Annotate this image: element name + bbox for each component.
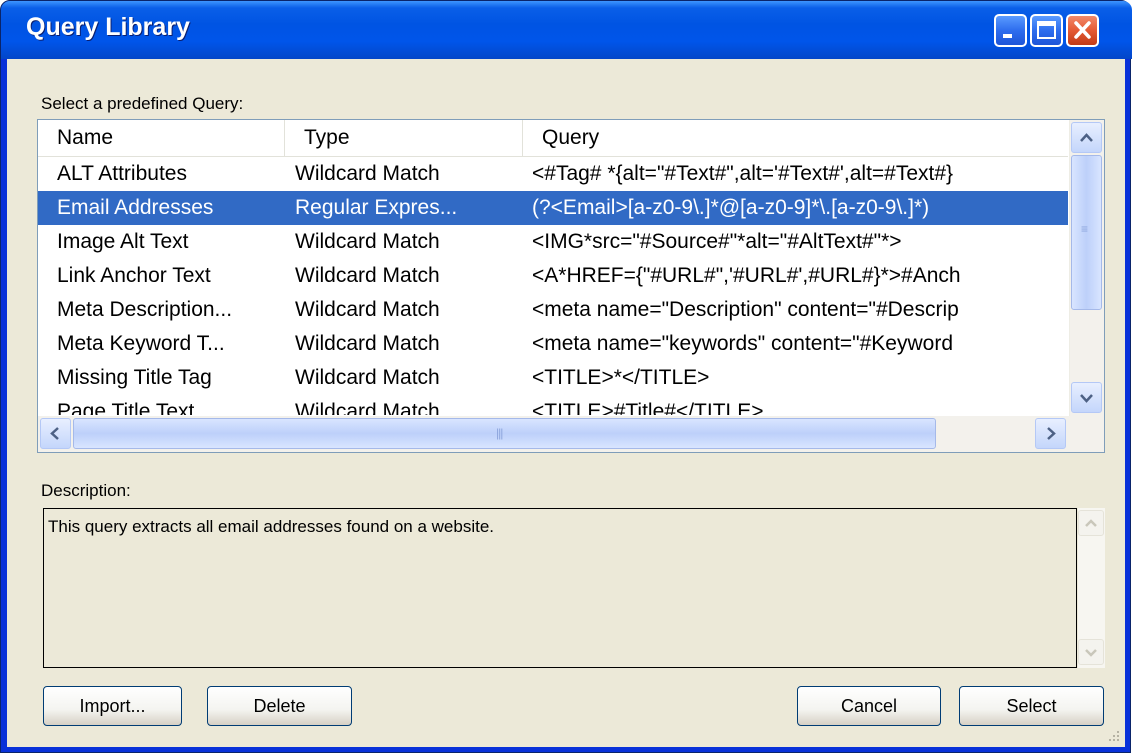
close-button[interactable]: [1066, 14, 1099, 47]
row-type: Wildcard Match: [295, 366, 440, 389]
list-row[interactable]: Missing Title Tag Wildcard Match <TITLE>…: [38, 361, 1068, 395]
grip-icon: |||: [496, 426, 503, 440]
row-type: Wildcard Match: [295, 162, 440, 185]
select-button[interactable]: Select: [959, 686, 1104, 726]
row-query: <#Tag# *{alt="#Text#",alt='#Text#',alt=#…: [532, 162, 954, 185]
column-header-type[interactable]: Type: [285, 120, 523, 156]
row-query: <IMG*src="#Source#"*alt="#AltText#"*>: [532, 230, 902, 253]
description-label: Description:: [41, 481, 131, 500]
cancel-button[interactable]: Cancel: [797, 686, 941, 726]
scroll-right-button[interactable]: [1035, 418, 1066, 449]
row-query: <A*HREF={"#URL#",'#URL#',#URL#}*>#Anch: [532, 264, 961, 287]
description-scrollbar[interactable]: [1078, 508, 1105, 668]
row-query: <meta name="keywords" content="#Keyword: [532, 332, 954, 355]
row-query: <TITLE>*</TITLE>: [532, 366, 710, 389]
title-bar[interactable]: Query Library: [1, 1, 1132, 59]
row-name: Link Anchor Text: [57, 264, 211, 287]
row-type: Wildcard Match: [295, 230, 440, 253]
scroll-down-button[interactable]: [1071, 382, 1102, 413]
description-scroll-up[interactable]: [1078, 510, 1104, 536]
close-icon: [1074, 21, 1091, 39]
chevron-up-icon: [1080, 133, 1093, 142]
description-scroll-down[interactable]: [1078, 639, 1104, 665]
description-text: This query extracts all email addresses …: [48, 517, 495, 536]
list-row[interactable]: Meta Description... Wildcard Match <meta…: [38, 293, 1068, 327]
row-name: Meta Keyword T...: [57, 332, 225, 355]
vertical-scroll-thumb[interactable]: ≡: [1071, 155, 1102, 310]
maximize-icon: [1037, 21, 1056, 39]
row-name: ALT Attributes: [57, 162, 187, 185]
query-library-window: Query Library Select a predefined Query:…: [0, 0, 1132, 753]
delete-button[interactable]: Delete: [207, 686, 352, 726]
row-name: Email Addresses: [57, 196, 214, 219]
row-query: (?<Email>[a-z0-9\.]*@[a-z0-9]*\.[a-z0-9\…: [532, 196, 930, 219]
maximize-button[interactable]: [1030, 14, 1063, 47]
row-type: Wildcard Match: [295, 400, 440, 415]
description-box[interactable]: This query extracts all email addresses …: [43, 508, 1077, 668]
chevron-down-icon: [1080, 394, 1093, 403]
minimize-icon: [1003, 34, 1012, 38]
row-query: <TITLE>#Title#</TITLE>: [532, 400, 764, 415]
column-header-query[interactable]: Query: [523, 120, 1068, 156]
horizontal-scroll-thumb[interactable]: |||: [73, 418, 936, 449]
chevron-right-icon: [1047, 427, 1056, 440]
list-row[interactable]: Link Anchor Text Wildcard Match <A*HREF=…: [38, 259, 1068, 293]
scroll-left-button[interactable]: [40, 418, 71, 449]
chevron-left-icon: [50, 427, 59, 440]
row-name: Missing Title Tag: [57, 366, 212, 389]
list-header: Name Type Query: [38, 120, 1068, 157]
list-vertical-scrollbar[interactable]: ≡: [1069, 120, 1104, 416]
row-type: Wildcard Match: [295, 298, 440, 321]
row-name: Image Alt Text: [57, 230, 189, 253]
row-name: Page Title Text: [57, 400, 195, 415]
resize-grip-icon[interactable]: [1106, 728, 1120, 742]
list-rows: ALT Attributes Wildcard Match <#Tag# *{a…: [38, 157, 1068, 415]
row-query: <meta name="Description" content="#Descr…: [532, 298, 959, 321]
row-type: Wildcard Match: [295, 332, 440, 355]
list-label: Select a predefined Query:: [41, 94, 244, 113]
row-type: Wildcard Match: [295, 264, 440, 287]
row-type: Regular Expres...: [295, 196, 458, 219]
list-row[interactable]: Page Title Text Wildcard Match <TITLE>#T…: [38, 395, 1068, 415]
chevron-down-icon: [1085, 649, 1097, 657]
query-list[interactable]: Name Type Query ALT Attributes Wildcard …: [37, 119, 1105, 453]
grip-icon: ≡: [1081, 222, 1089, 236]
row-name: Meta Description...: [57, 298, 233, 321]
list-row[interactable]: Meta Keyword T... Wildcard Match <meta n…: [38, 327, 1068, 361]
chevron-up-icon: [1085, 519, 1097, 527]
list-horizontal-scrollbar[interactable]: |||: [38, 416, 1104, 452]
list-row-selected[interactable]: Email Addresses Regular Expres... (?<Ema…: [38, 191, 1068, 225]
import-button[interactable]: Import...: [43, 686, 182, 726]
list-row[interactable]: Image Alt Text Wildcard Match <IMG*src="…: [38, 225, 1068, 259]
scroll-up-button[interactable]: [1071, 122, 1102, 153]
column-header-name[interactable]: Name: [38, 120, 285, 156]
list-row[interactable]: ALT Attributes Wildcard Match <#Tag# *{a…: [38, 157, 1068, 191]
minimize-button[interactable]: [994, 14, 1027, 47]
window-title: Query Library: [26, 13, 190, 41]
